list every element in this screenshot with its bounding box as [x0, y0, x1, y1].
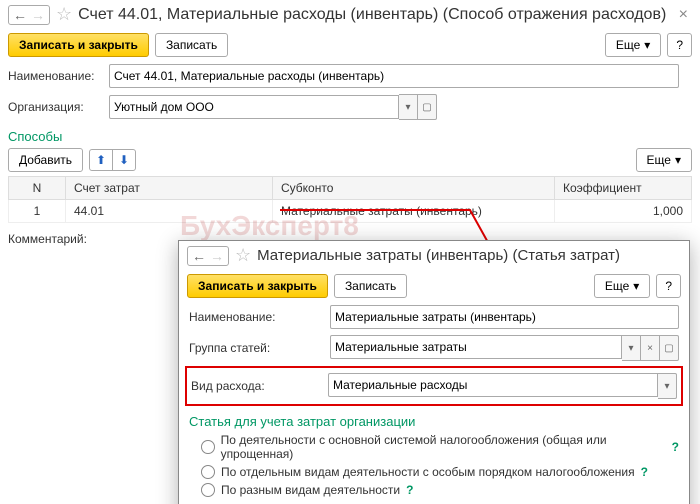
- nav-back-icon[interactable]: ←: [11, 7, 29, 23]
- more-button[interactable]: Еще▾: [605, 33, 661, 57]
- org-section-title: Статья для учета затрат организации: [179, 408, 689, 431]
- col-coef: Коэффициент: [555, 177, 692, 200]
- radio-2-label: По отдельным видам деятельности с особым…: [221, 465, 635, 479]
- radio-3[interactable]: [201, 483, 215, 497]
- dlg-group-combo: ▾ × ▢: [330, 335, 679, 361]
- chevron-down-icon: ▾: [644, 38, 650, 52]
- help-link-icon[interactable]: ?: [641, 465, 648, 479]
- more-button-2[interactable]: Еще▾: [636, 148, 692, 172]
- dialog-title: Материальные затраты (инвентарь) (Статья…: [257, 247, 681, 264]
- org-combo: ▾ ▢: [109, 94, 437, 120]
- nav-fwd-icon[interactable]: →: [29, 7, 47, 23]
- favorite-star-icon[interactable]: ☆: [56, 4, 72, 25]
- comment-label: Комментарий:: [8, 232, 103, 246]
- radio-3-label: По разным видам деятельности: [221, 483, 400, 497]
- open-icon[interactable]: ▢: [418, 94, 437, 120]
- dropdown-icon[interactable]: ▾: [399, 94, 418, 120]
- help-button[interactable]: ?: [667, 33, 692, 57]
- close-icon[interactable]: ×: [675, 6, 692, 24]
- dlg-name-label: Наименование:: [189, 310, 324, 324]
- save-close-button[interactable]: Записать и закрыть: [8, 33, 149, 57]
- dlg-kind-label: Вид расхода:: [191, 379, 322, 393]
- dlg-name-input[interactable]: [330, 305, 679, 329]
- dropdown-icon[interactable]: ▾: [658, 373, 677, 399]
- radio-2[interactable]: [201, 465, 215, 479]
- dlg-nav-group: ← →: [187, 246, 229, 266]
- org-label: Организация:: [8, 100, 103, 114]
- add-button[interactable]: Добавить: [8, 148, 83, 172]
- dlg-help-button[interactable]: ?: [656, 274, 681, 298]
- highlighted-field: Вид расхода: ▾: [185, 366, 683, 406]
- dialog-window: ← → ☆ Материальные затраты (инвентарь) (…: [178, 240, 690, 504]
- col-account: Счет затрат: [66, 177, 273, 200]
- dropdown-icon[interactable]: ▾: [622, 335, 641, 361]
- chevron-down-icon: ▾: [675, 153, 681, 167]
- move-down-icon[interactable]: ⬇: [112, 150, 135, 170]
- dlg-save-close-button[interactable]: Записать и закрыть: [187, 274, 328, 298]
- name-input[interactable]: [109, 64, 679, 88]
- dlg-more-button[interactable]: Еще▾: [594, 274, 650, 298]
- move-up-icon[interactable]: ⬆: [90, 150, 112, 170]
- dlg-group-input[interactable]: [330, 335, 622, 359]
- radio-1[interactable]: [201, 440, 215, 454]
- dlg-group-label: Группа статей:: [189, 341, 324, 355]
- col-subconto: Субконто: [273, 177, 555, 200]
- clear-icon[interactable]: ×: [641, 335, 660, 361]
- methods-section-title: Способы: [0, 123, 700, 146]
- nav-group: ← →: [8, 5, 50, 25]
- name-label: Наименование:: [8, 69, 103, 83]
- chevron-down-icon: ▾: [633, 279, 639, 293]
- favorite-star-icon[interactable]: ☆: [235, 245, 251, 266]
- help-link-icon[interactable]: ?: [672, 440, 679, 454]
- page-title: Счет 44.01, Материальные расходы (инвент…: [78, 6, 669, 24]
- table-row[interactable]: 1 44.01 Материальные затраты (инвентарь)…: [9, 200, 692, 223]
- radio-1-label: По деятельности с основной системой нало…: [221, 433, 666, 461]
- nav-back-icon[interactable]: ←: [190, 248, 208, 264]
- open-icon[interactable]: ▢: [660, 335, 679, 361]
- nav-fwd-icon[interactable]: →: [208, 248, 226, 264]
- dlg-kind-combo: ▾: [328, 373, 677, 399]
- org-input[interactable]: [109, 95, 399, 119]
- col-n: N: [9, 177, 66, 200]
- help-link-icon[interactable]: ?: [406, 483, 413, 497]
- save-button[interactable]: Записать: [155, 33, 228, 57]
- methods-table: N Счет затрат Субконто Коэффициент 1 44.…: [8, 176, 692, 223]
- move-buttons: ⬆ ⬇: [89, 149, 136, 171]
- dlg-kind-input[interactable]: [328, 373, 658, 397]
- dlg-save-button[interactable]: Записать: [334, 274, 407, 298]
